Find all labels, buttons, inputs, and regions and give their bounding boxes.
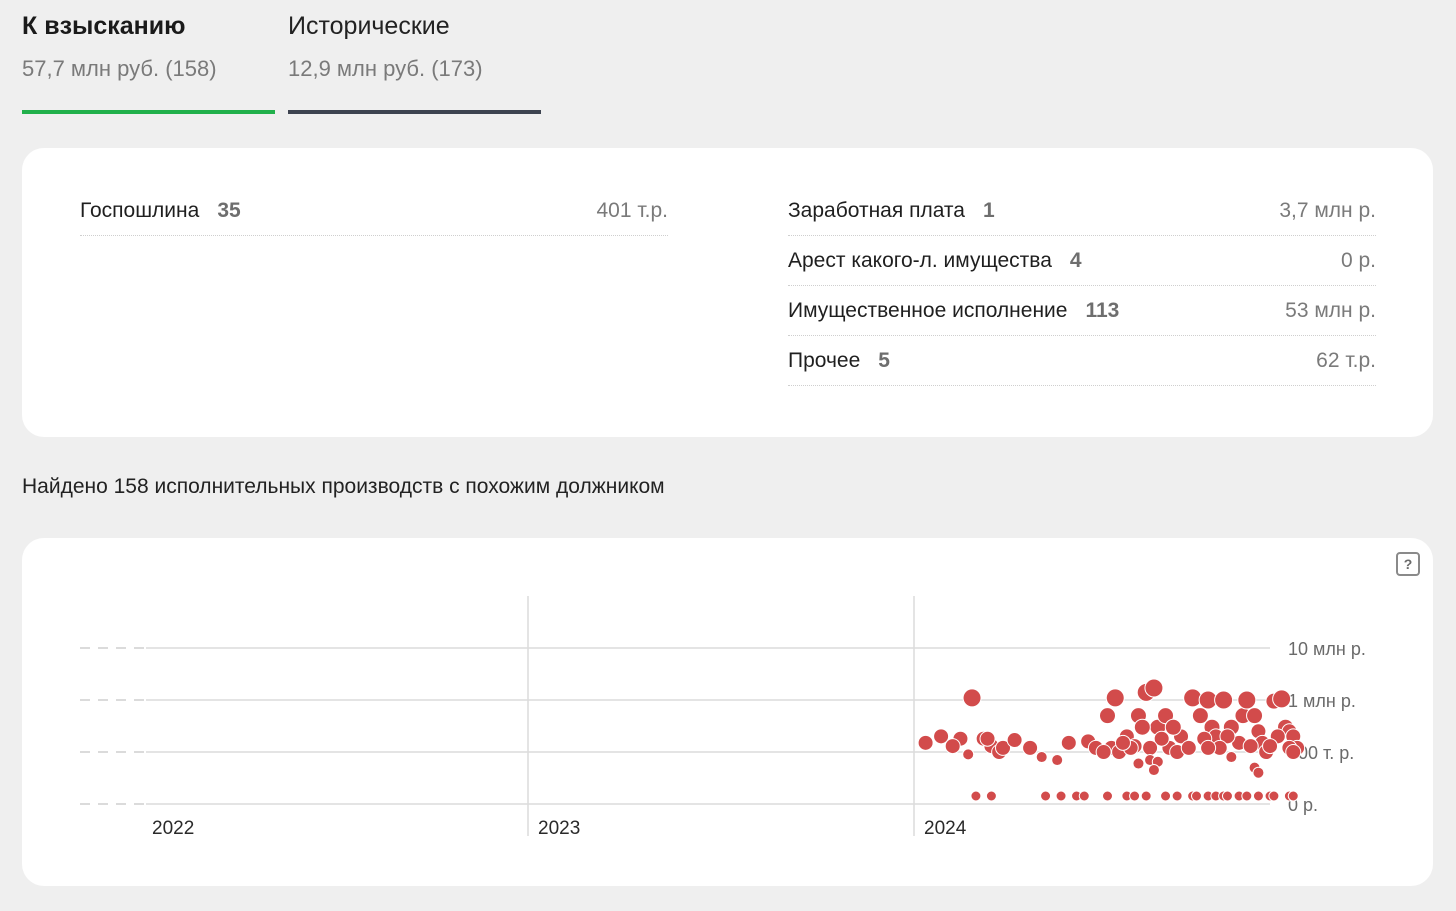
row-amount: 3,7 млн р.: [1279, 198, 1376, 222]
row-count: 5: [878, 348, 890, 372]
data-point: [1225, 751, 1238, 764]
y-tick-label: 1 млн р.: [1288, 691, 1356, 711]
tab-historical[interactable]: Исторические 12,9 млн руб. (173): [288, 0, 541, 114]
y-tick-label: 10 млн р.: [1288, 639, 1366, 659]
data-point: [1040, 790, 1052, 802]
scatter-chart: 10 млн р.1 млн р.100 т. р.0 р.2022 2023 20…: [80, 596, 1366, 839]
data-point: [1132, 757, 1145, 770]
data-point: [1022, 739, 1039, 756]
data-point: [1171, 790, 1183, 802]
data-point: [1099, 707, 1116, 725]
row-amount: 0 р.: [1340, 248, 1376, 272]
x-tick-label: 2023: [538, 818, 580, 839]
row-label: Госпошлина: [80, 198, 200, 222]
tab-indicator: [288, 110, 541, 114]
x-tick-label: 2024: [924, 818, 967, 839]
tab-subtitle: 12,9 млн руб. (173): [288, 56, 483, 81]
data-point: [1262, 738, 1279, 755]
data-point: [1095, 744, 1112, 760]
summary-row-state-fee[interactable]: Госпошлина 35 401 т.р.: [80, 186, 668, 236]
tab-title: К взысканию: [22, 12, 186, 40]
data-point: [1105, 688, 1125, 708]
data-point: [1241, 790, 1253, 802]
summary-right-column: Заработная плата 1 3,7 млн р. Арест како…: [788, 186, 1376, 386]
data-point: [1200, 739, 1217, 756]
row-count: 35: [217, 198, 241, 222]
data-point: [1160, 790, 1172, 802]
data-point: [1252, 790, 1264, 802]
data-point: [1006, 732, 1023, 749]
tab-subtitle: 57,7 млн руб. (158): [22, 56, 217, 81]
summary-row-property-arrest[interactable]: Арест какого-л. имущества 4 0 р.: [788, 236, 1376, 286]
row-count: 4: [1069, 248, 1082, 272]
data-point: [917, 734, 934, 751]
data-point: [1133, 718, 1151, 736]
summary-card: Госпошлина 35 401 т.р. Заработная плата …: [22, 148, 1433, 437]
row-label: Арест какого-л. имущества: [788, 248, 1052, 272]
data-point: [1221, 790, 1233, 802]
data-point: [985, 790, 997, 802]
data-point: [1246, 707, 1264, 725]
data-point: [1051, 754, 1064, 767]
summary-left-column: Госпошлина 35 401 т.р.: [80, 186, 668, 236]
tab-to-collect[interactable]: К взысканию 57,7 млн руб. (158): [22, 0, 275, 114]
row-label: Заработная плата: [788, 198, 965, 222]
tab-active-indicator: [22, 110, 275, 114]
data-point: [1035, 751, 1048, 764]
row-amount: 401 т.р.: [596, 198, 668, 222]
data-point: [1252, 766, 1265, 779]
found-count-text: Найдено 158 исполнительных производств с…: [22, 475, 665, 498]
data-point: [1272, 689, 1292, 709]
row-amount: 62 т.р.: [1316, 348, 1376, 372]
data-point: [1287, 790, 1299, 802]
summary-row-other[interactable]: Прочее 5 62 т.р.: [788, 336, 1376, 386]
row-count: 113: [1085, 298, 1120, 322]
data-point: [1055, 790, 1067, 802]
data-point: [1191, 790, 1203, 802]
data-point: [1144, 678, 1164, 698]
row-amount: 53 млн р.: [1285, 298, 1376, 322]
row-label: Имущественное исполнение: [788, 298, 1068, 322]
data-point: [962, 688, 982, 708]
data-point: [1060, 734, 1077, 751]
tab-title: Исторические: [288, 12, 450, 40]
data-point: [1140, 790, 1152, 802]
data-point: [962, 748, 975, 761]
summary-row-property-execution[interactable]: Имущественное исполнение 113 53 млн р.: [788, 286, 1376, 336]
data-point: [970, 790, 982, 802]
summary-row-salary[interactable]: Заработная плата 1 3,7 млн р.: [788, 186, 1376, 236]
data-point: [1078, 790, 1090, 802]
data-point: [1180, 739, 1197, 756]
data-point: [1237, 690, 1257, 710]
data-point: [1147, 764, 1160, 777]
row-count: 1: [982, 198, 995, 222]
data-point: [1114, 734, 1131, 751]
x-tick-label: 2022: [152, 818, 194, 839]
data-point: [1164, 718, 1182, 736]
data-point: [1268, 790, 1280, 802]
data-point: [1242, 738, 1259, 755]
data-point: [1102, 790, 1113, 802]
data-point: [1285, 744, 1302, 760]
data-point: [944, 738, 961, 755]
data-point: [979, 730, 996, 747]
data-point: [1129, 790, 1141, 802]
row-label: Прочее: [788, 348, 861, 372]
data-point: [1142, 739, 1159, 756]
data-point: [1214, 690, 1234, 710]
chart-card: ? 10 млн р. 1 млн р. 100 т. р. 0 р. 2022 2023…: [22, 538, 1433, 886]
